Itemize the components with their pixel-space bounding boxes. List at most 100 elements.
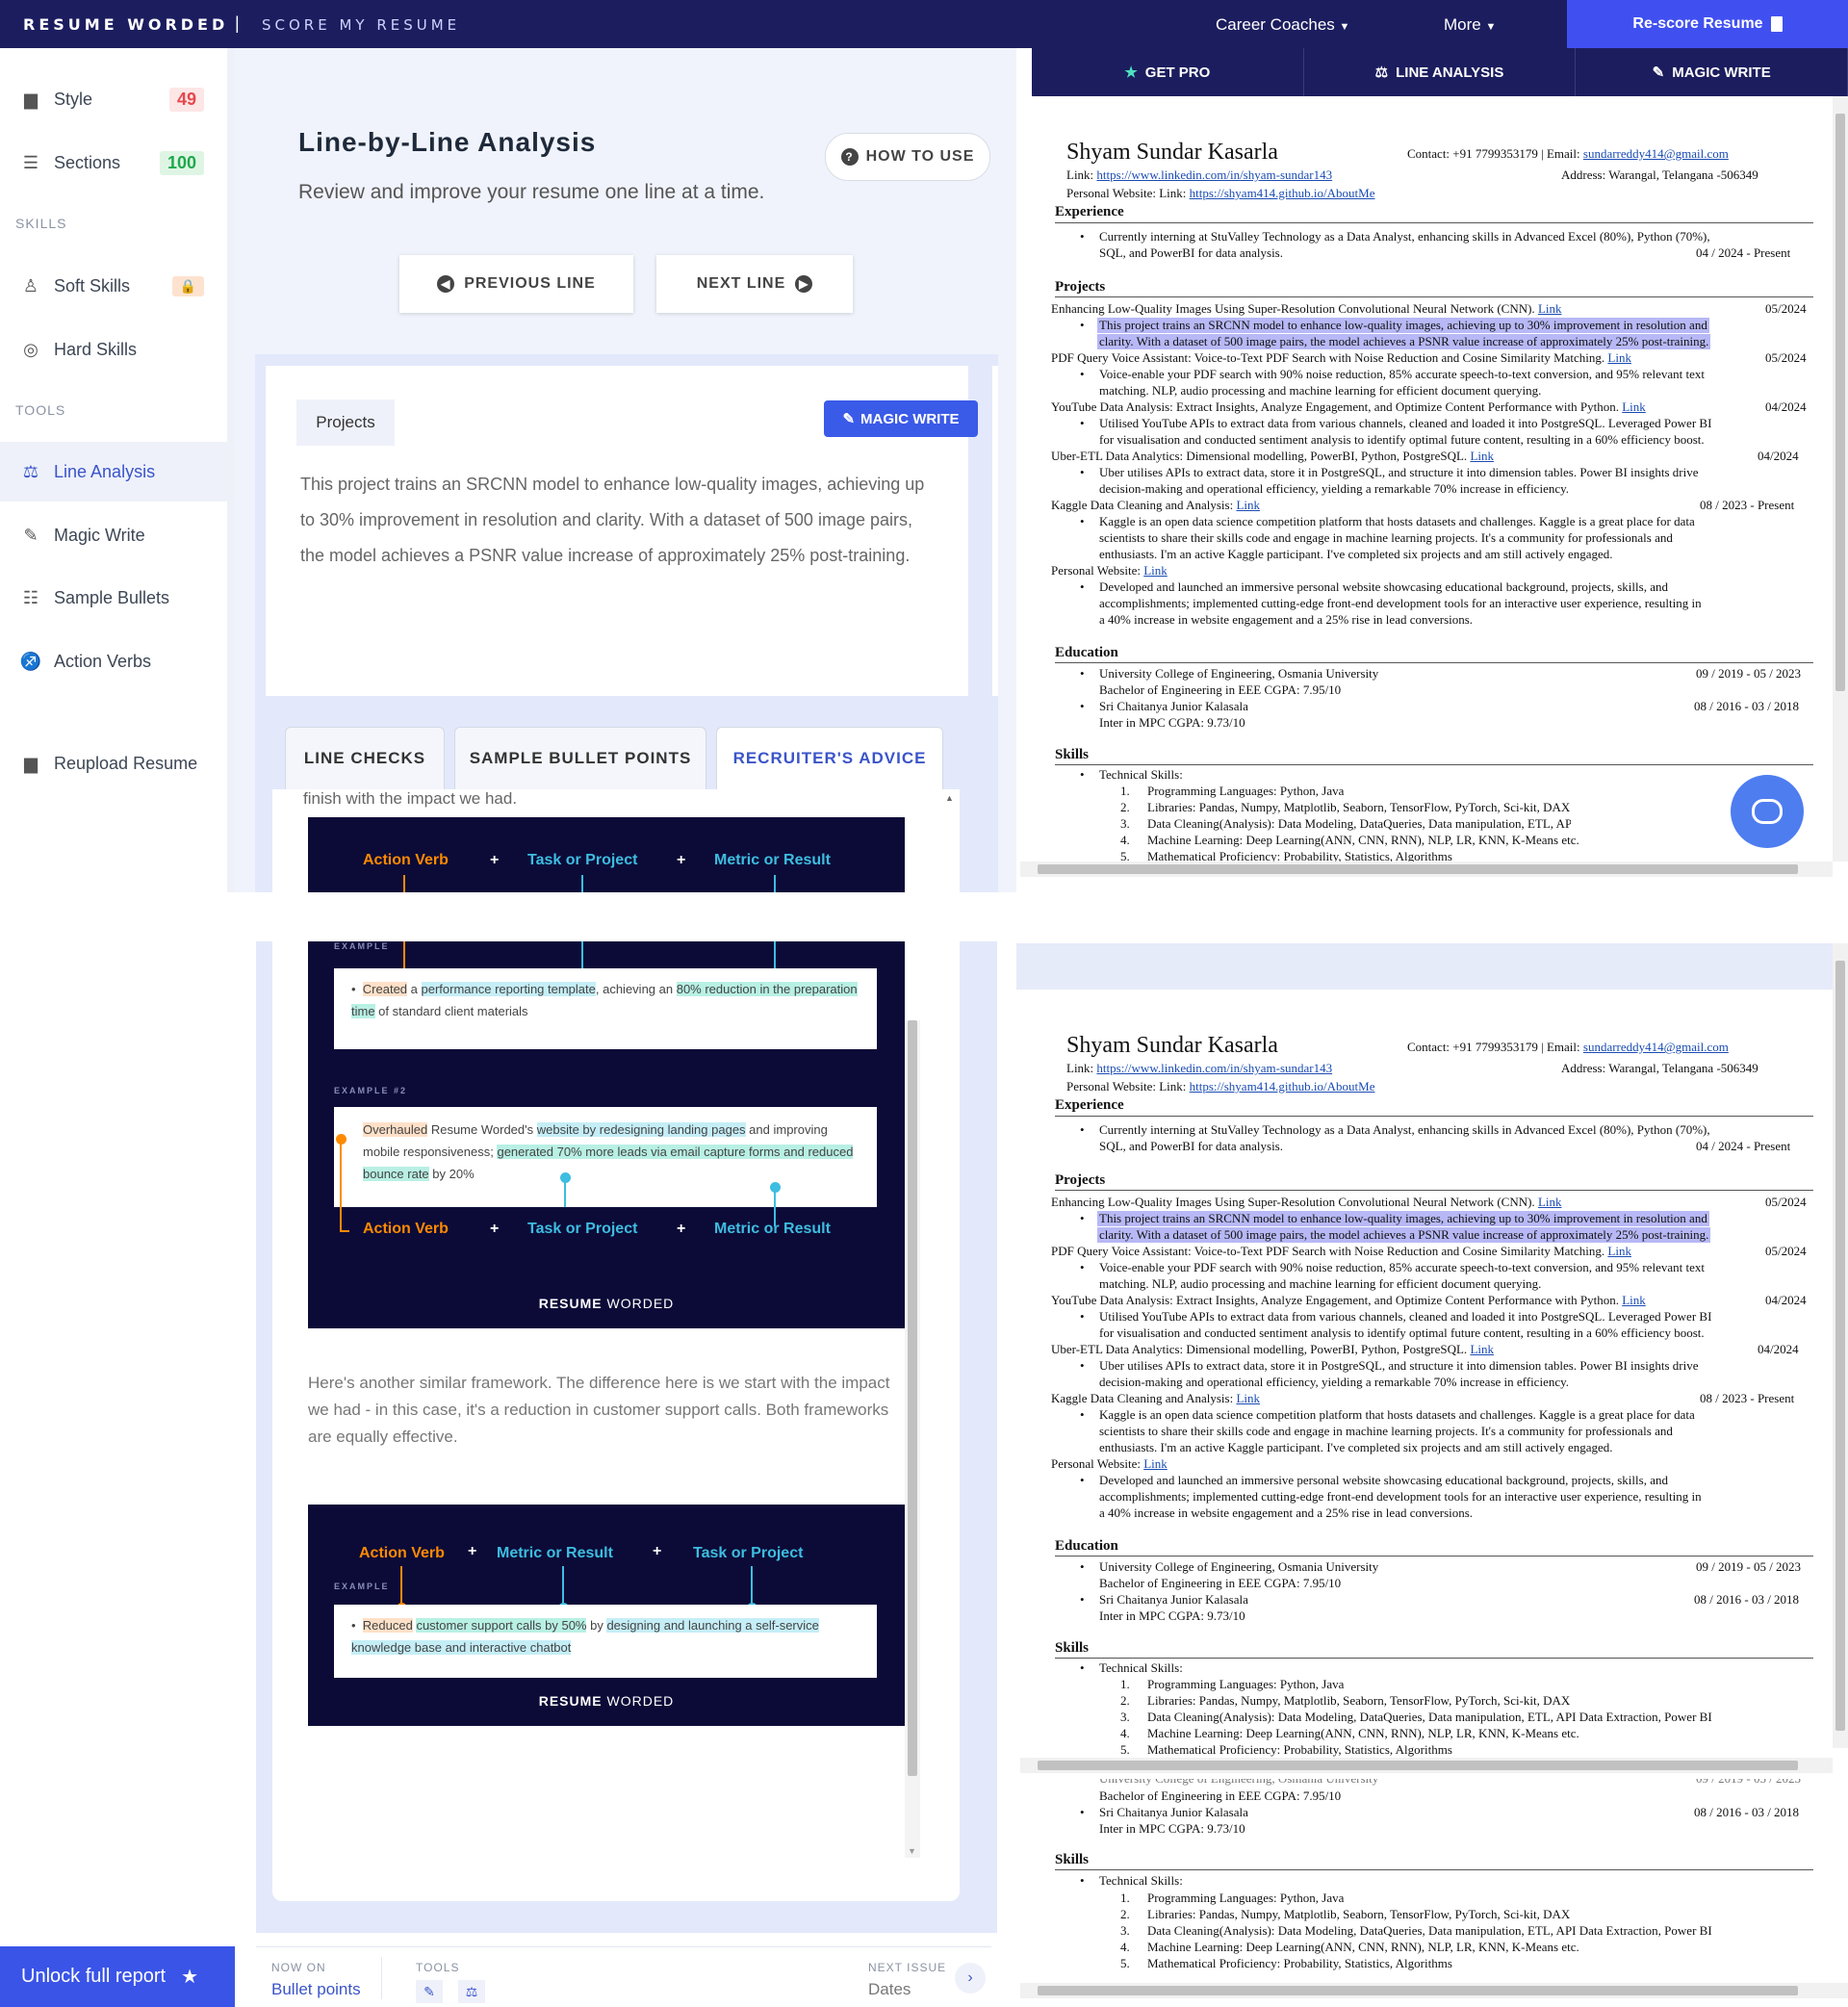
project-link[interactable]: Link bbox=[1143, 1456, 1168, 1471]
previous-line-button[interactable]: ◀ PREVIOUS LINE bbox=[399, 255, 633, 313]
project-title-text: YouTube Data Analysis: Extract Insights,… bbox=[1051, 399, 1619, 414]
sidebar-item-style[interactable]: ▆ Style 49 bbox=[0, 69, 227, 129]
ex-text: by 20% bbox=[428, 1167, 475, 1181]
preview-header-bg bbox=[1016, 943, 1848, 990]
highlighted-line[interactable]: This project trains an SRCNN model to en… bbox=[1097, 318, 1709, 333]
preview-vscroll-2[interactable] bbox=[1833, 943, 1848, 1748]
project-link[interactable]: Link bbox=[1143, 563, 1168, 578]
how-to-use-button[interactable]: ? HOW TO USE bbox=[825, 133, 990, 181]
project-title: Uber-ETL Data Analytics: Dimensional mod… bbox=[1051, 449, 1494, 464]
fw-task-or-project: Task or Project bbox=[527, 852, 638, 868]
project-link[interactable]: Link bbox=[1538, 1195, 1562, 1209]
project-link[interactable]: Link bbox=[1470, 1342, 1494, 1356]
sidebar-item-sample-bullets[interactable]: ☷ Sample Bullets bbox=[0, 568, 227, 628]
highlighted-line[interactable]: clarity. With a dataset of 500 image pai… bbox=[1097, 334, 1711, 349]
next-line-button[interactable]: NEXT LINE ▶ bbox=[656, 255, 853, 313]
ex-task: performance reporting template bbox=[421, 982, 596, 996]
project-title: Enhancing Low-Quality Images Using Super… bbox=[1051, 1195, 1562, 1210]
bullet: • bbox=[1080, 1559, 1085, 1574]
education-heading: Education bbox=[1055, 1538, 1118, 1554]
project-link[interactable]: Link bbox=[1236, 1391, 1260, 1405]
preview-vscroll[interactable] bbox=[1833, 96, 1848, 862]
sidebar-item-magic-write[interactable]: ✎ Magic Write bbox=[0, 505, 227, 565]
skill-line: Libraries: Pandas, Numpy, Matplotlib, Se… bbox=[1147, 800, 1571, 814]
sidebar-item-action-verbs[interactable]: ♐ Action Verbs bbox=[0, 631, 227, 691]
skill-line: Machine Learning: Deep Learning(ANN, CNN… bbox=[1147, 1726, 1579, 1740]
project-link[interactable]: Link bbox=[1622, 399, 1646, 414]
how-to-use-label: HOW TO USE bbox=[865, 148, 975, 165]
tab-sample-bullet-points[interactable]: SAMPLE BULLET POINTS bbox=[454, 727, 706, 789]
project-title: YouTube Data Analysis: Extract Insights,… bbox=[1051, 1293, 1646, 1308]
resume-name: Shyam Sundar Kasarla bbox=[1066, 1033, 1278, 1058]
advice-scrollbar[interactable]: ▲ bbox=[942, 793, 958, 892]
nav-career-coaches[interactable]: Career Coaches ▼ bbox=[1216, 15, 1349, 35]
project-line: Kaggle is an open data science competiti… bbox=[1099, 514, 1695, 528]
line-analysis-icon[interactable]: ⚖ bbox=[458, 1980, 485, 2003]
tab-get-pro[interactable]: ★ GET PRO bbox=[1032, 48, 1304, 96]
tab-line-analysis[interactable]: ⚖ LINE ANALYSIS bbox=[1304, 48, 1577, 96]
project-link[interactable]: Link bbox=[1538, 301, 1562, 316]
bullet: • bbox=[1080, 1309, 1085, 1324]
project-date: 04/2024 bbox=[1758, 449, 1799, 463]
edu-date: 09 / 2019 - 05 / 2023 bbox=[1696, 666, 1802, 681]
next-issue-value[interactable]: Dates bbox=[868, 1980, 911, 1999]
tab-label: LINE CHECKS bbox=[303, 749, 426, 767]
project-link[interactable]: Link bbox=[1622, 1293, 1646, 1307]
sidebar-item-reupload[interactable]: ▆ Reupload Resume bbox=[0, 733, 227, 793]
highlighted-line[interactable]: clarity. With a dataset of 500 image pai… bbox=[1097, 1227, 1711, 1243]
sidebar-item-hard-skills[interactable]: ◎ Hard Skills bbox=[0, 320, 227, 379]
ex-action: Overhauled bbox=[363, 1122, 428, 1137]
preview-hscroll-3[interactable] bbox=[1020, 1983, 1848, 1998]
sidebar-item-sections[interactable]: ☰ Sections 100 bbox=[0, 133, 227, 193]
skills-heading: Skills bbox=[1055, 747, 1090, 762]
connector bbox=[340, 1140, 342, 1232]
bullet: • bbox=[1080, 514, 1085, 528]
project-title-text: Personal Website: bbox=[1051, 563, 1141, 578]
arrow-left-icon: ◀ bbox=[437, 275, 455, 293]
exp-line: Currently interning at StuValley Technol… bbox=[1099, 229, 1710, 244]
unlock-full-report-button[interactable]: Unlock full report ★ bbox=[0, 1946, 235, 2007]
sidebar-item-line-analysis[interactable]: ⚖ Line Analysis bbox=[0, 442, 227, 502]
website-link[interactable]: https://shyam414.github.io/AboutMe bbox=[1190, 1079, 1375, 1094]
tab-line-checks[interactable]: LINE CHECKS bbox=[285, 727, 445, 789]
skill-line: Technical Skills: bbox=[1099, 1660, 1183, 1675]
divider bbox=[1055, 662, 1813, 663]
email-link[interactable]: sundarreddy414@gmail.com bbox=[1583, 1040, 1729, 1054]
magic-wand-icon[interactable]: ✎ bbox=[416, 1980, 443, 2003]
brand-footer: RESUME WORDED bbox=[308, 1693, 905, 1709]
lock-icon: 🔒 bbox=[171, 275, 204, 296]
project-link[interactable]: Link bbox=[1607, 1244, 1631, 1258]
chat-button[interactable] bbox=[1731, 775, 1804, 848]
linkedin-link[interactable]: https://www.linkedin.com/in/shyam-sundar… bbox=[1096, 167, 1332, 182]
edu-line: Sri Chaitanya Junior Kalasala bbox=[1099, 1592, 1248, 1607]
project-link[interactable]: Link bbox=[1470, 449, 1494, 463]
chevron-right-icon[interactable]: › bbox=[955, 1963, 986, 1994]
advice-scrollbar-2[interactable]: ▼ bbox=[905, 1020, 920, 1858]
project-line: Utilised YouTube APIs to extract data fr… bbox=[1099, 1309, 1712, 1324]
magic-wand-icon: ✎ bbox=[1652, 64, 1665, 81]
fw-action-verb: Action Verb bbox=[363, 1221, 449, 1237]
project-link[interactable]: Link bbox=[1236, 498, 1260, 512]
tab-recruiters-advice[interactable]: RECRUITER'S ADVICE bbox=[716, 727, 943, 789]
project-line: decision-making and operational efficien… bbox=[1099, 1375, 1570, 1389]
nav-more[interactable]: More ▼ bbox=[1444, 15, 1496, 35]
project-link[interactable]: Link bbox=[1607, 350, 1631, 365]
magic-write-button[interactable]: ✎ MAGIC WRITE bbox=[824, 400, 978, 437]
now-on-value[interactable]: Bullet points bbox=[271, 1980, 361, 1999]
email-link[interactable]: sundarreddy414@gmail.com bbox=[1583, 146, 1729, 161]
tab-magic-write[interactable]: ✎ MAGIC WRITE bbox=[1576, 48, 1848, 96]
resume-website: Personal Website: Link: https://shyam414… bbox=[1066, 1079, 1374, 1094]
nav-career-coaches-label: Career Coaches bbox=[1216, 15, 1335, 34]
rescore-resume-button[interactable]: Re-score Resume bbox=[1567, 0, 1848, 48]
highlighted-line[interactable]: This project trains an SRCNN model to en… bbox=[1097, 1211, 1709, 1226]
preview-hscroll-2[interactable] bbox=[1020, 1758, 1833, 1773]
skill-line: Programming Languages: Python, Java bbox=[1147, 784, 1345, 798]
sidebar-item-soft-skills[interactable]: ♙ Soft Skills 🔒 bbox=[0, 256, 227, 316]
brand-logo[interactable]: RESUME WORDED bbox=[23, 15, 228, 34]
preview-hscroll[interactable] bbox=[1020, 862, 1833, 877]
website-link[interactable]: https://shyam414.github.io/AboutMe bbox=[1190, 186, 1375, 200]
brand-footer: RESUME WORDED bbox=[308, 1296, 905, 1311]
linkedin-link[interactable]: https://www.linkedin.com/in/shyam-sundar… bbox=[1096, 1061, 1332, 1075]
sidebar-item-label: Magic Write bbox=[54, 525, 145, 545]
resume-address: Address: Warangal, Telangana -506349 bbox=[1561, 167, 1758, 182]
